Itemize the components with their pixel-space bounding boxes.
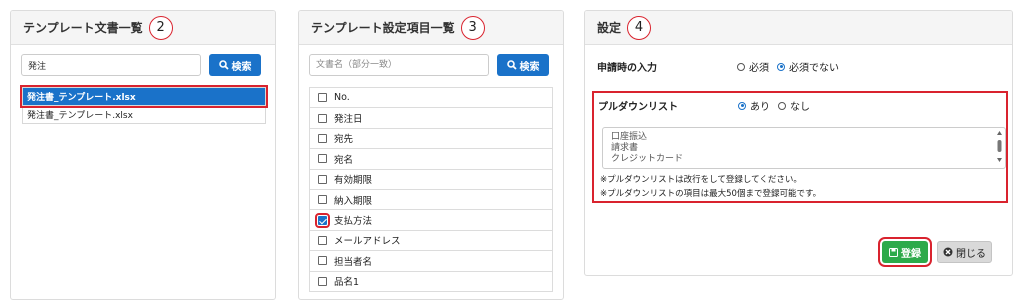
register-button[interactable]: 登録 xyxy=(878,237,932,267)
list-item-label: 支払方法 xyxy=(334,216,373,228)
radio-label: なし xyxy=(790,102,810,113)
list-item-label: 担当者名 xyxy=(334,256,373,268)
pulldown-settings-box: プルダウンリスト あり なし 口座振込 請求書 クレジットカード ※プルダウンリ… xyxy=(592,91,1008,203)
checkbox[interactable] xyxy=(318,174,327,184)
template-document-panel: テンプレート文書一覧 2 検索 発注書_テンプレート.xlsx 発注書_テンプレ… xyxy=(10,10,276,300)
list-item[interactable]: 有効期限 xyxy=(309,168,553,190)
list-item[interactable]: 支払方法 xyxy=(309,209,553,231)
checkbox[interactable] xyxy=(318,93,327,103)
panel-header: テンプレート設定項目一覧 3 xyxy=(299,11,563,45)
list-item[interactable]: メールアドレス xyxy=(309,229,553,252)
list-item[interactable]: 宛先 xyxy=(309,127,553,150)
scrollbar[interactable] xyxy=(996,130,1003,168)
list-item[interactable]: 発注書_テンプレート.xlsx xyxy=(22,105,266,124)
list-item-label: メールアドレス xyxy=(334,236,401,248)
search-button-label: 検索 xyxy=(519,61,540,73)
close-button[interactable]: 閉じる xyxy=(937,241,992,263)
checkbox[interactable] xyxy=(318,154,327,164)
input-radio-group: 必須 必須でない xyxy=(737,59,839,74)
item-search-input[interactable] xyxy=(309,54,489,76)
close-button-label: 閉じる xyxy=(956,248,986,260)
checkbox[interactable] xyxy=(318,235,327,245)
document-search-input[interactable] xyxy=(21,54,201,76)
step-number-badge: 3 xyxy=(460,15,485,40)
list-item-label: 納入期限 xyxy=(334,195,373,207)
setting-item-list: No. 発注日 宛先 宛名 有効期限 納入期限 支払方法 メールアドレス 担当者… xyxy=(309,87,553,292)
radio-label: 必須 xyxy=(749,63,769,74)
list-item-label: 品名1 xyxy=(334,277,360,289)
option-line: 口座振込 xyxy=(611,132,648,142)
register-button-label: 登録 xyxy=(901,248,921,260)
note-line: ※プルダウンリストは改行をして登録してください。 xyxy=(600,175,802,185)
settings-panel: 設定 4 申請時の入力 必須 必須でない プルダウンリスト あり なし 口座振込… xyxy=(584,10,1013,276)
panel-title: テンプレート設定項目一覧 xyxy=(311,21,455,35)
list-item-label: No. xyxy=(334,92,350,104)
checkbox-checked[interactable] xyxy=(315,212,330,228)
radio-no[interactable] xyxy=(778,101,786,110)
template-item-panel: テンプレート設定項目一覧 3 検索 No. 発注日 宛先 宛名 有効期限 納入期… xyxy=(298,10,564,300)
checkbox[interactable] xyxy=(318,276,327,286)
pulldown-label: プルダウンリスト xyxy=(598,102,678,113)
list-item-label: 有効期限 xyxy=(334,175,373,187)
list-item-label: 宛先 xyxy=(334,134,354,146)
list-item-label: 発注日 xyxy=(334,114,363,126)
panel-header: テンプレート文書一覧 2 xyxy=(11,11,275,45)
search-icon xyxy=(218,60,229,70)
list-item-label: 宛名 xyxy=(334,154,354,166)
pulldown-options-textarea[interactable]: 口座振込 請求書 クレジットカード xyxy=(602,127,1006,169)
close-icon xyxy=(943,247,953,257)
radio-required[interactable] xyxy=(737,62,745,71)
panel-title: 設定 xyxy=(597,21,622,35)
list-item[interactable]: 品名1 xyxy=(309,270,553,292)
list-item[interactable]: 発注書_テンプレート.xlsx xyxy=(20,85,268,108)
search-button-label: 検索 xyxy=(231,61,252,73)
radio-not-required[interactable] xyxy=(777,62,785,71)
list-item-label: 発注書_テンプレート.xlsx xyxy=(27,93,136,103)
list-item-label: 発注書_テンプレート.xlsx xyxy=(27,111,133,121)
note-line: ※プルダウンリストの項目は最大50個まで登録可能です。 xyxy=(600,189,822,199)
checkbox[interactable] xyxy=(318,195,327,205)
item-search-button[interactable]: 検索 xyxy=(497,54,549,76)
pulldown-radio-group: あり なし xyxy=(738,98,810,113)
checkbox[interactable] xyxy=(318,133,327,143)
document-list: 発注書_テンプレート.xlsx 発注書_テンプレート.xlsx xyxy=(20,85,268,124)
list-item[interactable]: No. xyxy=(309,87,553,109)
list-item[interactable]: 納入期限 xyxy=(309,188,553,211)
input-setting-label: 申請時の入力 xyxy=(597,63,657,74)
panel-title: テンプレート文書一覧 xyxy=(23,21,143,35)
radio-yes[interactable] xyxy=(738,101,746,110)
search-icon xyxy=(506,60,517,70)
save-icon xyxy=(889,247,898,257)
step-number-badge: 2 xyxy=(148,15,173,40)
checkbox[interactable] xyxy=(318,113,327,123)
radio-label: 必須でない xyxy=(789,63,839,74)
panel-header: 設定 4 xyxy=(585,11,1012,45)
checkbox[interactable] xyxy=(318,256,327,266)
list-item[interactable]: 発注日 xyxy=(309,107,553,129)
step-number-badge: 4 xyxy=(627,15,652,40)
document-search-button[interactable]: 検索 xyxy=(209,54,261,76)
list-item[interactable]: 担当者名 xyxy=(309,250,553,272)
radio-label: あり xyxy=(750,102,770,113)
option-line: クレジットカード xyxy=(611,154,684,164)
option-line: 請求書 xyxy=(611,143,639,153)
list-item[interactable]: 宛名 xyxy=(309,148,553,170)
